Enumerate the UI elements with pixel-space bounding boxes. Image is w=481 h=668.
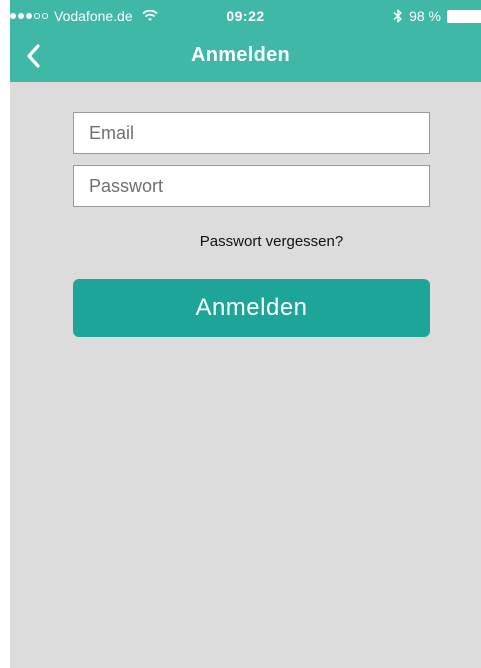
forgot-password-link[interactable]: Passwort vergessen? [93, 233, 450, 250]
status-bar: Vodafone.de 09:22 98 % [10, 0, 481, 30]
password-field[interactable] [73, 165, 430, 207]
page-title: Anmelden [190, 44, 291, 66]
status-right: 98 % [393, 8, 481, 24]
battery-icon [447, 9, 481, 23]
bluetooth-icon [393, 9, 403, 23]
screen: Vodafone.de 09:22 98 % Anmelden Email Pa… [10, 0, 481, 668]
login-button[interactable]: Anmelden [73, 279, 430, 337]
email-field[interactable] [73, 112, 430, 154]
navigation-bar: Anmelden [10, 30, 481, 82]
header-bar: Vodafone.de 09:22 98 % Anmelden [10, 0, 481, 82]
battery-percent: 98 % [409, 8, 441, 24]
